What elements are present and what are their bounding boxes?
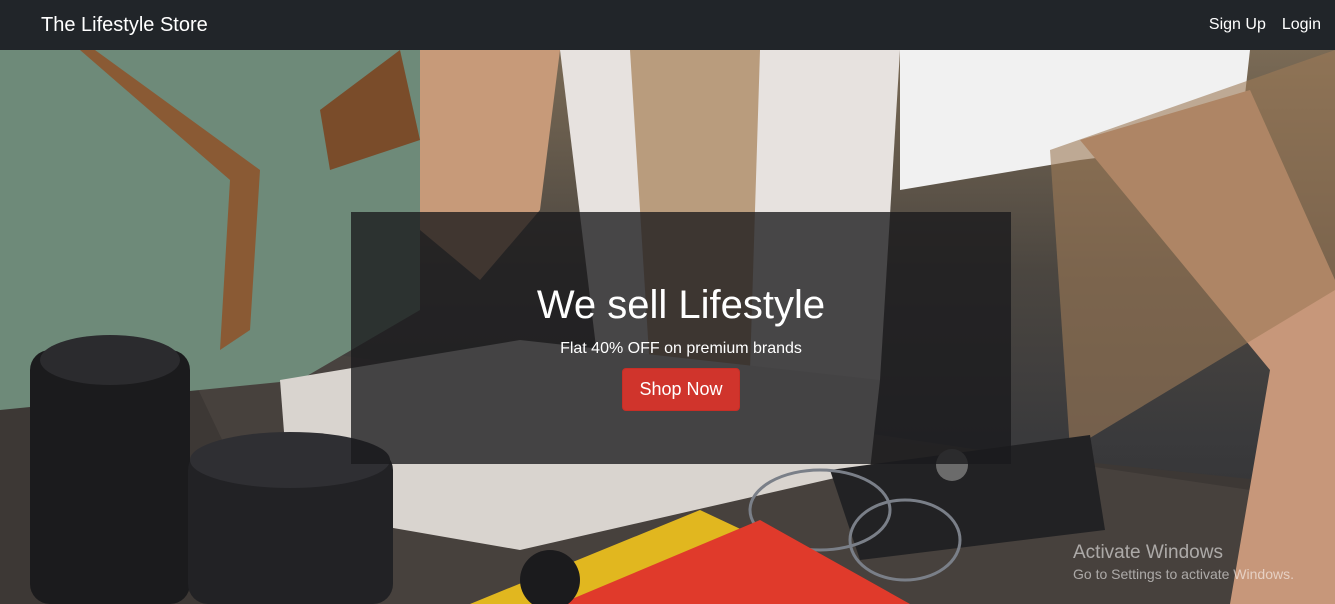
nav-links: Sign Up Login [1209, 16, 1321, 34]
hero-title: We sell Lifestyle [536, 283, 826, 327]
watermark-title: Activate Windows [1073, 542, 1223, 563]
signup-link[interactable]: Sign Up [1209, 16, 1266, 34]
hero-subtitle: Flat 40% OFF on premium brands [560, 340, 802, 357]
brand-link[interactable]: The Lifestyle Store [41, 14, 208, 37]
top-navbar: The Lifestyle Store Sign Up Login [0, 0, 1335, 50]
activate-windows-watermark: Activate Windows Go to Settings to activ… [1073, 541, 1294, 583]
hero-banner: We sell Lifestyle Flat 40% OFF on premiu… [0, 50, 1335, 604]
hero-caption: We sell Lifestyle Flat 40% OFF on premiu… [351, 212, 1011, 464]
shop-now-button[interactable]: Shop Now [622, 368, 740, 411]
login-link[interactable]: Login [1282, 16, 1321, 34]
watermark-subtitle: Go to Settings to activate Windows. [1073, 566, 1294, 582]
